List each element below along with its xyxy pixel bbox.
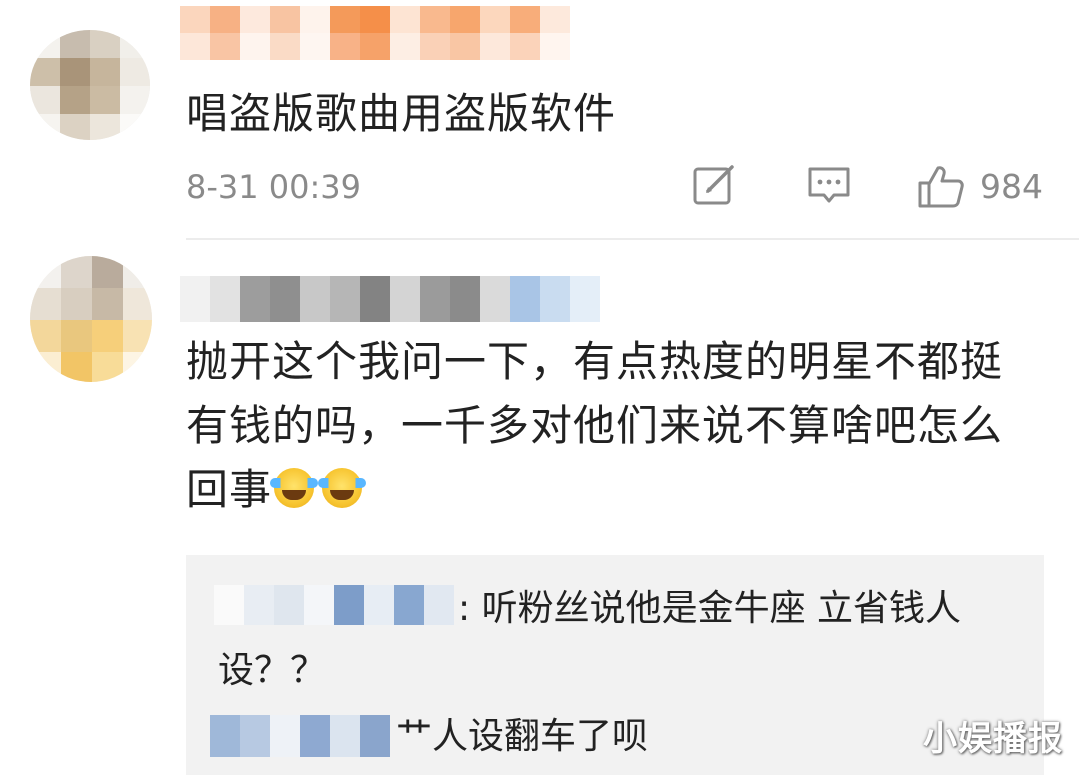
reply-text: 艹人设翻车了呗 xyxy=(396,716,649,757)
laugh-cry-emoji xyxy=(318,468,367,508)
avatar-mosaic xyxy=(30,256,152,382)
reply-username-mosaic[interactable] xyxy=(210,715,390,757)
comment-timestamp: 8-31 00:39 xyxy=(186,168,362,206)
comment-icon xyxy=(808,167,850,203)
reply-panel[interactable]: : 听粉丝说他是金牛座 立省钱人 设？？ 艹人设翻车了呗 xyxy=(186,555,1044,775)
comment-button[interactable] xyxy=(806,163,852,207)
comment-divider xyxy=(186,238,1079,240)
reply-text: : 听粉丝说他是金牛座 立省钱人 xyxy=(458,583,961,635)
watermark: 小娱播报 xyxy=(923,719,1063,759)
reply-separator: : xyxy=(458,588,471,629)
like-count: 984 xyxy=(980,166,1043,206)
thumbs-up-icon xyxy=(918,166,964,208)
reply-text-line: 听粉丝说他是金牛座 立省钱人 xyxy=(470,588,962,629)
user-avatar[interactable] xyxy=(30,256,152,382)
avatar-mosaic xyxy=(30,30,150,140)
username-mosaic[interactable] xyxy=(180,6,570,60)
repost-button[interactable] xyxy=(692,163,736,207)
edit-share-icon xyxy=(693,165,734,205)
reply-username-mosaic[interactable] xyxy=(214,585,454,625)
username-mosaic[interactable] xyxy=(180,276,600,322)
comment-text: 唱盗版歌曲用盗版软件 xyxy=(186,89,617,138)
laugh-cry-emoji xyxy=(270,468,319,508)
comment-text-line: 抛开这个我问一下，有点热度的明星不都挺 xyxy=(186,337,1004,386)
like-button[interactable]: 984 xyxy=(916,163,1043,209)
user-avatar[interactable] xyxy=(30,30,150,140)
reply-text-continued: 设？？ xyxy=(218,650,327,691)
comment-text: 抛开这个我问一下，有点热度的明星不都挺 有钱的吗，一千多对他们来说不算啥吧怎么 … xyxy=(186,330,1003,522)
comment-text-line: 有钱的吗，一千多对他们来说不算啥吧怎么 xyxy=(186,401,1004,450)
comment-text-line: 回事 xyxy=(186,465,273,514)
comment-feed: 唱盗版歌曲用盗版软件 8-31 00:39 984 抛开这个我问一下，有点热度的… xyxy=(0,0,1079,775)
